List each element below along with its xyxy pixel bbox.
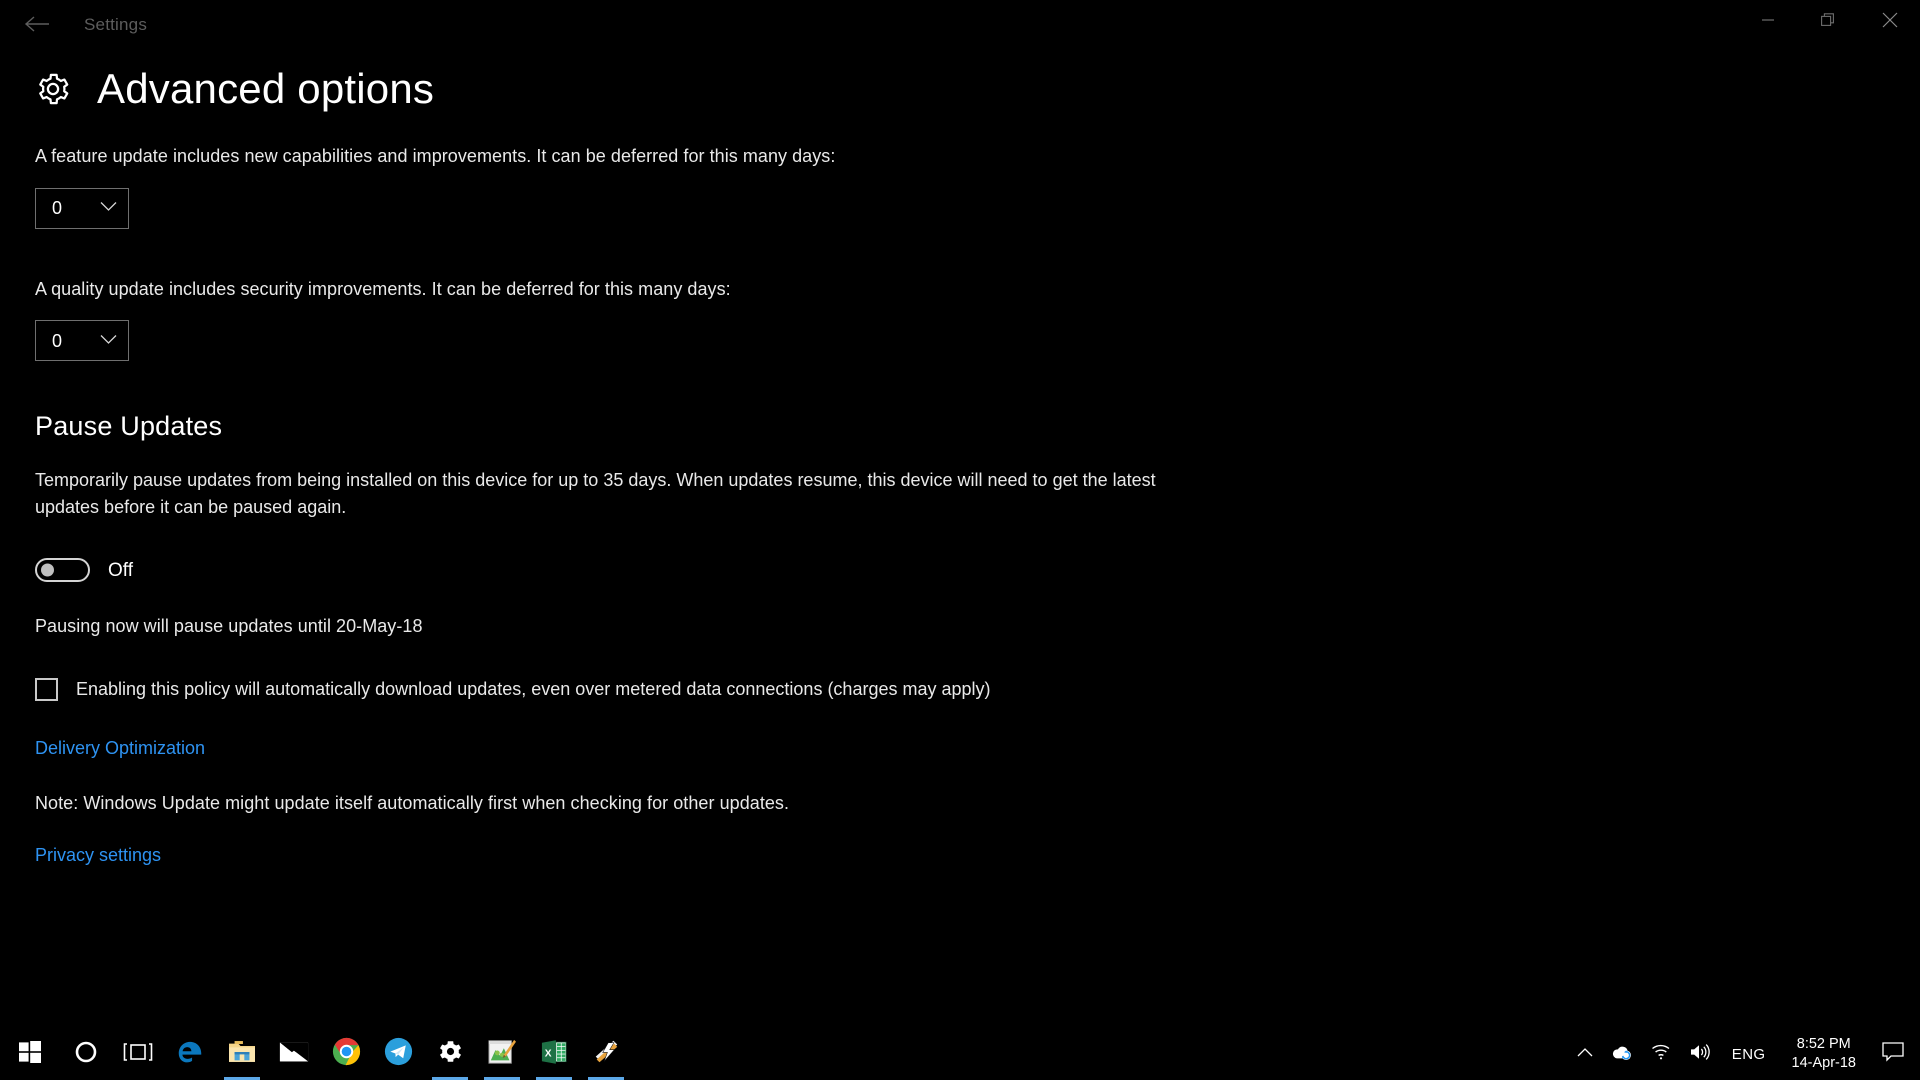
clock[interactable]: 8:52 PM 14-Apr-18 bbox=[1778, 1028, 1870, 1080]
window-title: Settings bbox=[84, 14, 148, 34]
action-center-icon bbox=[1882, 1041, 1904, 1067]
network-tray-button[interactable] bbox=[1642, 1028, 1680, 1080]
onedrive-sync-icon bbox=[1611, 1043, 1633, 1066]
paint-icon bbox=[487, 1038, 517, 1071]
restore-button[interactable] bbox=[1798, 0, 1859, 40]
page-content: Advanced options A feature update includ… bbox=[0, 48, 1920, 868]
action-center-button[interactable] bbox=[1870, 1028, 1916, 1080]
volume-tray-button[interactable] bbox=[1680, 1028, 1720, 1080]
taskbar-chrome[interactable] bbox=[320, 1028, 372, 1080]
minimize-button[interactable] bbox=[1737, 0, 1798, 40]
svg-text:X: X bbox=[545, 1048, 552, 1059]
language-indicator[interactable]: ENG bbox=[1720, 1028, 1778, 1080]
pause-updates-toggle-row: Off bbox=[35, 558, 1920, 583]
onedrive-tray-button[interactable] bbox=[1602, 1028, 1642, 1080]
feature-update-defer-dropdown[interactable]: 0 bbox=[35, 187, 129, 229]
minimize-icon bbox=[1761, 13, 1775, 27]
taskbar-paint[interactable] bbox=[476, 1028, 528, 1080]
start-button[interactable] bbox=[0, 1028, 60, 1080]
mail-icon bbox=[279, 1041, 309, 1068]
winamp-icon bbox=[591, 1038, 621, 1071]
window-controls bbox=[1737, 0, 1920, 40]
chevron-down-icon bbox=[100, 199, 117, 217]
pause-until-text: Pausing now will pause updates until 20-… bbox=[35, 616, 423, 637]
close-button[interactable] bbox=[1859, 0, 1920, 40]
pause-updates-heading: Pause Updates bbox=[35, 411, 223, 442]
pause-updates-toggle[interactable] bbox=[35, 558, 90, 583]
task-view-icon bbox=[123, 1042, 153, 1067]
taskbar-settings[interactable] bbox=[424, 1028, 476, 1080]
settings-window: Settings Advanced options A feature upda… bbox=[0, 0, 1920, 1028]
metered-policy-row: Enabling this policy will automatically … bbox=[35, 678, 1920, 702]
page-title: Advanced options bbox=[97, 65, 435, 112]
edge-icon bbox=[175, 1037, 205, 1072]
chevron-up-icon bbox=[1577, 1045, 1593, 1063]
quality-update-defer-value: 0 bbox=[52, 330, 63, 351]
chevron-down-icon bbox=[100, 332, 117, 350]
excel-icon: X bbox=[541, 1038, 567, 1071]
speaker-icon bbox=[1689, 1043, 1711, 1066]
cortana-circle-icon bbox=[74, 1040, 98, 1069]
taskbar-telegram[interactable] bbox=[372, 1028, 424, 1080]
taskbar-file-explorer[interactable] bbox=[216, 1028, 268, 1080]
clock-date: 14-Apr-18 bbox=[1791, 1055, 1856, 1071]
metered-policy-label: Enabling this policy will automatically … bbox=[76, 678, 991, 699]
toggle-knob bbox=[41, 563, 54, 577]
taskbar-mail[interactable] bbox=[268, 1028, 320, 1080]
clock-time: 8:52 PM bbox=[1796, 1036, 1851, 1053]
show-hidden-icons-button[interactable] bbox=[1568, 1028, 1602, 1080]
wifi-icon bbox=[1651, 1043, 1671, 1065]
taskbar-excel[interactable]: X bbox=[528, 1028, 580, 1080]
privacy-settings-link[interactable]: Privacy settings bbox=[35, 844, 161, 867]
windows-logo-icon bbox=[19, 1040, 41, 1068]
pause-updates-toggle-state: Off bbox=[108, 559, 133, 581]
delivery-optimization-link[interactable]: Delivery Optimization bbox=[35, 737, 205, 760]
close-icon bbox=[1882, 12, 1898, 28]
gear-icon bbox=[35, 71, 71, 107]
taskbar: X ENG 8:52 PM 14-Apr-18 bbox=[0, 1028, 1920, 1080]
restore-icon bbox=[1821, 12, 1836, 28]
taskbar-edge[interactable] bbox=[164, 1028, 216, 1080]
task-view-button[interactable] bbox=[112, 1028, 164, 1080]
settings-gear-icon bbox=[437, 1038, 464, 1070]
feature-update-description: A feature update includes new capabiliti… bbox=[35, 146, 836, 166]
back-arrow-icon bbox=[24, 15, 50, 33]
quality-update-defer-dropdown[interactable]: 0 bbox=[35, 320, 129, 362]
telegram-icon bbox=[384, 1037, 413, 1071]
title-bar: Settings bbox=[0, 0, 1920, 48]
system-tray: ENG 8:52 PM 14-Apr-18 bbox=[1568, 1028, 1920, 1080]
feature-update-defer-value: 0 bbox=[52, 198, 63, 219]
taskbar-winamp[interactable] bbox=[580, 1028, 632, 1080]
back-button[interactable] bbox=[12, 4, 62, 44]
taskbar-items: X bbox=[0, 1028, 632, 1080]
windows-update-note: Note: Windows Update might update itself… bbox=[35, 792, 790, 813]
cortana-button[interactable] bbox=[60, 1028, 112, 1080]
page-header: Advanced options bbox=[35, 68, 1920, 110]
chrome-icon bbox=[332, 1037, 361, 1071]
pause-updates-description: Temporarily pause updates from being ins… bbox=[35, 470, 1156, 517]
quality-update-description: A quality update includes security impro… bbox=[35, 278, 731, 299]
metered-policy-checkbox[interactable] bbox=[35, 678, 58, 702]
file-explorer-icon bbox=[227, 1039, 257, 1070]
